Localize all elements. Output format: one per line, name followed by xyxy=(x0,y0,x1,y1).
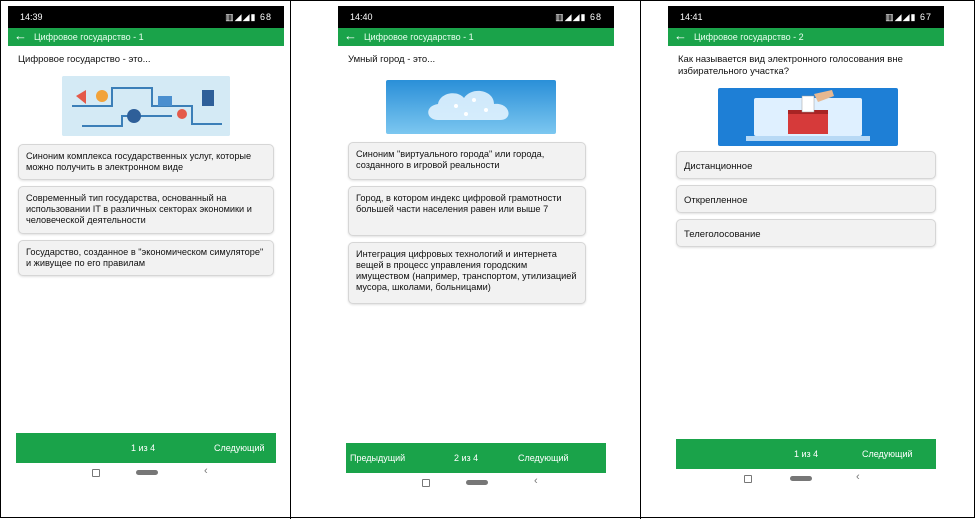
prev-button[interactable]: Предыдущий xyxy=(350,453,405,463)
status-bar: 14:40 ▥◢◢▮ 68 xyxy=(338,6,614,28)
system-nav-bar: ‹ xyxy=(8,463,284,483)
home-icon[interactable] xyxy=(790,476,812,481)
home-icon[interactable] xyxy=(136,470,158,475)
phone-screen-2: 14:40 ▥◢◢▮ 68 ← Цифровое государство - 1… xyxy=(338,6,614,494)
app-bar: ← Цифровое государство - 2 xyxy=(668,28,944,46)
answer-option-3[interactable]: Государство, созданное в "экономическом … xyxy=(18,240,274,276)
nav-back-icon[interactable]: ‹ xyxy=(534,475,538,487)
next-button[interactable]: Следующий xyxy=(518,453,569,463)
bottom-navigation: Предыдущий 2 из 4 Следующий xyxy=(346,443,606,473)
status-icons: ▥◢◢▮ 68 xyxy=(225,12,272,23)
recents-icon[interactable] xyxy=(744,475,752,483)
ballot-laptop-image xyxy=(718,88,898,146)
back-arrow-icon[interactable]: ← xyxy=(14,29,27,43)
digital-icons-image xyxy=(62,76,230,136)
signal-icon: ▥◢◢▮ xyxy=(885,12,917,22)
status-time: 14:41 xyxy=(680,12,703,22)
nav-back-icon[interactable]: ‹ xyxy=(856,471,860,483)
signal-icon: ▥◢◢▮ xyxy=(225,12,257,22)
page-indicator: 1 из 4 xyxy=(794,449,819,459)
status-bar: 14:39 ▥◢◢▮ 68 xyxy=(8,6,284,28)
nav-back-icon[interactable]: ‹ xyxy=(204,465,208,477)
battery-level: 68 xyxy=(589,12,602,22)
battery-level: 67 xyxy=(919,12,932,22)
next-button[interactable]: Следующий xyxy=(214,443,265,453)
e-voting-illustration xyxy=(718,88,898,146)
status-icons: ▥◢◢▮ 68 xyxy=(555,12,602,23)
phone-screen-3: 14:41 ▥◢◢▮ 67 ← Цифровое государство - 2… xyxy=(668,6,944,494)
answer-option-3[interactable]: Телеголосование xyxy=(676,219,936,247)
recents-icon[interactable] xyxy=(92,469,100,477)
question-text: Умный город - это... xyxy=(348,54,436,65)
home-icon[interactable] xyxy=(466,480,488,485)
status-time: 14:39 xyxy=(20,12,43,22)
answer-option-2[interactable]: Город, в котором индекс цифровой грамотн… xyxy=(348,186,586,236)
status-icons: ▥◢◢▮ 67 xyxy=(885,12,932,23)
page-indicator: 2 из 4 xyxy=(454,453,479,463)
status-time: 14:40 xyxy=(350,12,373,22)
recents-icon[interactable] xyxy=(422,479,430,487)
answer-option-2[interactable]: Современный тип государства, основанный … xyxy=(18,186,274,234)
smart-city-illustration xyxy=(386,80,556,134)
system-nav-bar: ‹ xyxy=(668,469,944,489)
column-divider xyxy=(290,0,291,519)
cloud-network-image xyxy=(386,80,556,134)
answer-option-1[interactable]: Синоним "виртуального города" или города… xyxy=(348,142,586,180)
app-bar: ← Цифровое государство - 1 xyxy=(8,28,284,46)
page-indicator: 1 из 4 xyxy=(131,443,156,453)
status-bar: 14:41 ▥◢◢▮ 67 xyxy=(668,6,944,28)
battery-level: 68 xyxy=(259,12,272,22)
column-divider xyxy=(640,0,641,519)
next-button[interactable]: Следующий xyxy=(862,449,913,459)
answer-option-1[interactable]: Синоним комплекса государственных услуг,… xyxy=(18,144,274,180)
system-nav-bar: ‹ xyxy=(338,473,614,493)
app-bar-title: Цифровое государство - 1 xyxy=(364,32,474,42)
app-bar-title: Цифровое государство - 2 xyxy=(694,32,804,42)
answer-option-3[interactable]: Интеграция цифровых технологий и интерне… xyxy=(348,242,586,304)
question-text: Как называется вид электронного голосова… xyxy=(678,54,903,77)
answer-option-2[interactable]: Открепленное xyxy=(676,185,936,213)
bottom-navigation: 1 из 4 Следующий xyxy=(16,433,276,463)
digital-state-illustration xyxy=(62,76,230,136)
answer-option-1[interactable]: Дистанционное xyxy=(676,151,936,179)
back-arrow-icon[interactable]: ← xyxy=(674,29,687,43)
phone-screen-1: 14:39 ▥◢◢▮ 68 ← Цифровое государство - 1… xyxy=(8,6,284,494)
app-bar: ← Цифровое государство - 1 xyxy=(338,28,614,46)
back-arrow-icon[interactable]: ← xyxy=(344,29,357,43)
signal-icon: ▥◢◢▮ xyxy=(555,12,587,22)
bottom-navigation: 1 из 4 Следующий xyxy=(676,439,936,469)
question-text: Цифровое государство - это... xyxy=(18,54,151,65)
app-bar-title: Цифровое государство - 1 xyxy=(34,32,144,42)
